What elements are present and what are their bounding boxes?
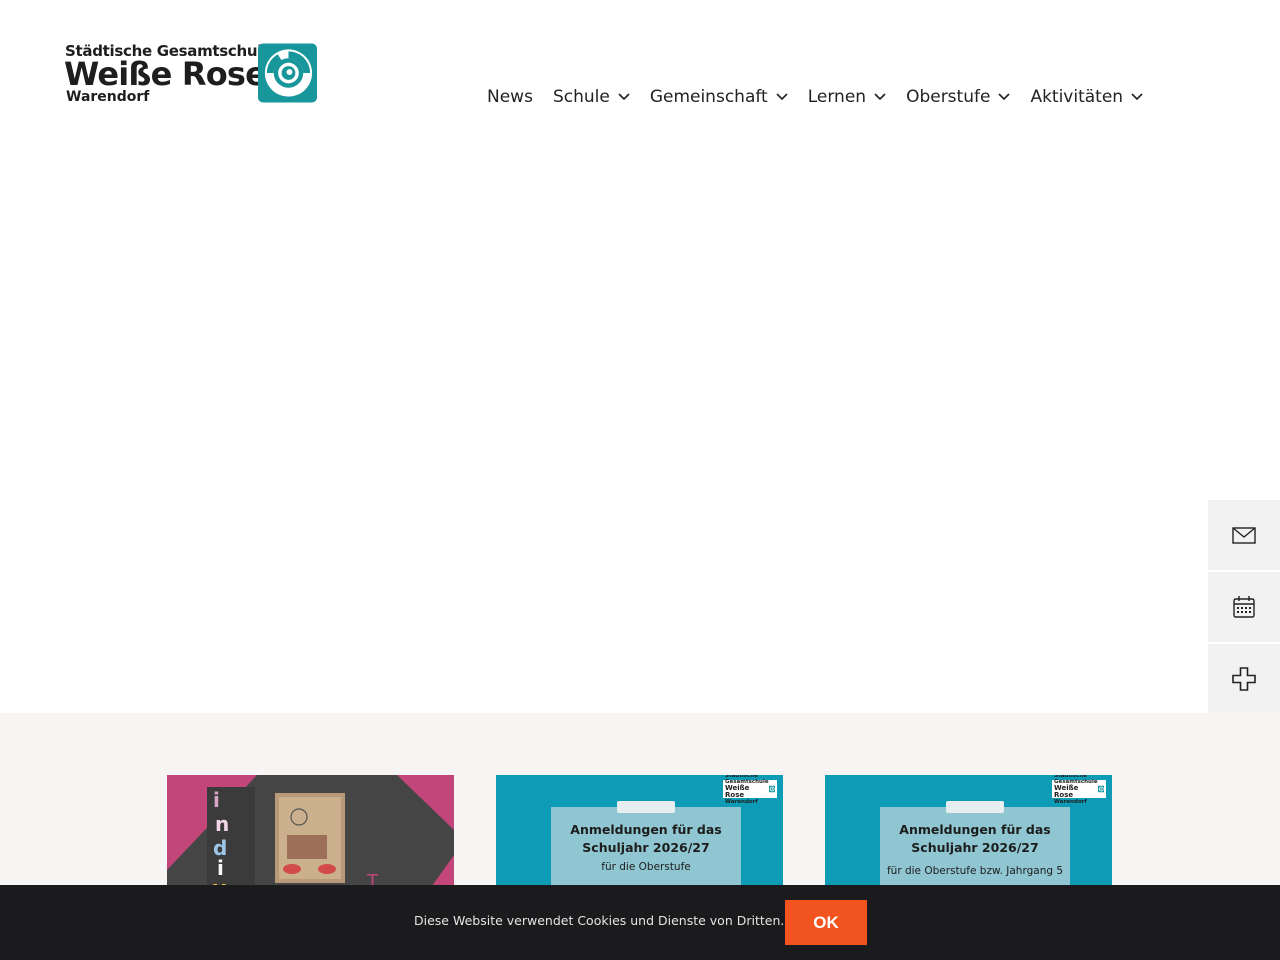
main-nav: News Schule Gemeinschaft Lernen Oberstuf… <box>487 84 1143 110</box>
nav-item-schule[interactable]: Schule <box>553 87 630 107</box>
nav-item-label: Oberstufe <box>906 87 991 107</box>
announcement-title: Anmeldungen für das Schuljahr 2026/27 <box>899 822 1051 855</box>
logo-line-3: Warendorf <box>66 89 150 105</box>
calendar-button[interactable] <box>1208 572 1280 642</box>
nav-item-label: Schule <box>552 87 610 107</box>
first-aid-button[interactable] <box>1208 644 1280 714</box>
chevron-down-icon <box>776 93 788 101</box>
nav-item-label: Gemeinschaft <box>649 87 768 107</box>
cookie-banner: Diese Website verwendet Cookies und Dien… <box>0 885 1280 960</box>
swirl-logo-icon <box>1097 785 1104 793</box>
chevron-down-icon <box>618 93 630 101</box>
mini-logo-line-2: Weiße Rose <box>725 784 750 799</box>
paper-clip <box>946 801 1004 813</box>
chevron-down-icon <box>998 93 1011 101</box>
chevron-down-icon <box>1131 93 1143 101</box>
svg-text:i: i <box>213 788 220 812</box>
nav-item-oberstufe[interactable]: Oberstufe <box>906 87 1011 107</box>
swirl-logo-icon <box>768 785 775 793</box>
cookie-text: Diese Website verwendet Cookies und Dien… <box>414 913 785 928</box>
mini-logo: Städtische Gesamtschule Weiße Rose Waren… <box>723 775 777 805</box>
mini-logo-text: Städtische Gesamtschule Weiße Rose Waren… <box>1054 775 1098 805</box>
nav-item-gemeinschaft[interactable]: Gemeinschaft <box>650 87 788 107</box>
mail-button[interactable] <box>1208 500 1280 570</box>
announcement-subtitle: für die Oberstufe bzw. Jahrgang 5 <box>886 865 1064 877</box>
calendar-icon <box>1233 596 1255 618</box>
mini-logo: Städtische Gesamtschule Weiße Rose Waren… <box>1052 775 1106 805</box>
nav-item-label: News <box>487 87 533 107</box>
svg-text:n: n <box>215 812 229 836</box>
chevron-down-icon <box>874 93 886 101</box>
paper-clip <box>617 801 675 813</box>
cookie-ok-button[interactable]: OK <box>785 900 867 945</box>
mini-logo-line-3: Warendorf <box>725 799 758 805</box>
nav-item-label: Aktivitäten <box>1030 87 1124 107</box>
nav-item-label: Lernen <box>807 87 867 107</box>
logo-line-2: Weiße Rose <box>64 55 267 93</box>
mini-logo-line-3: Warendorf <box>1054 799 1087 805</box>
site-logo[interactable]: Städtische Gesamtschule Weiße Rose Waren… <box>64 42 324 106</box>
announcement-title: Anmeldungen für das Schuljahr 2026/27 <box>570 822 722 855</box>
nav-item-news[interactable]: News <box>487 87 533 107</box>
nav-item-aktivitaeten[interactable]: Aktivitäten <box>1030 87 1143 107</box>
first-aid-cross-icon <box>1232 667 1256 691</box>
mini-logo-line-2: Weiße Rose <box>1054 784 1079 799</box>
site-header: Städtische Gesamtschule Weiße Rose Waren… <box>0 0 1280 150</box>
mail-icon <box>1232 527 1256 544</box>
announcement-subtitle: für die Oberstufe <box>601 861 691 873</box>
mini-logo-text: Städtische Gesamtschule Weiße Rose Waren… <box>725 775 769 805</box>
nav-item-lernen[interactable]: Lernen <box>808 87 886 107</box>
swirl-logo-icon <box>258 43 317 103</box>
